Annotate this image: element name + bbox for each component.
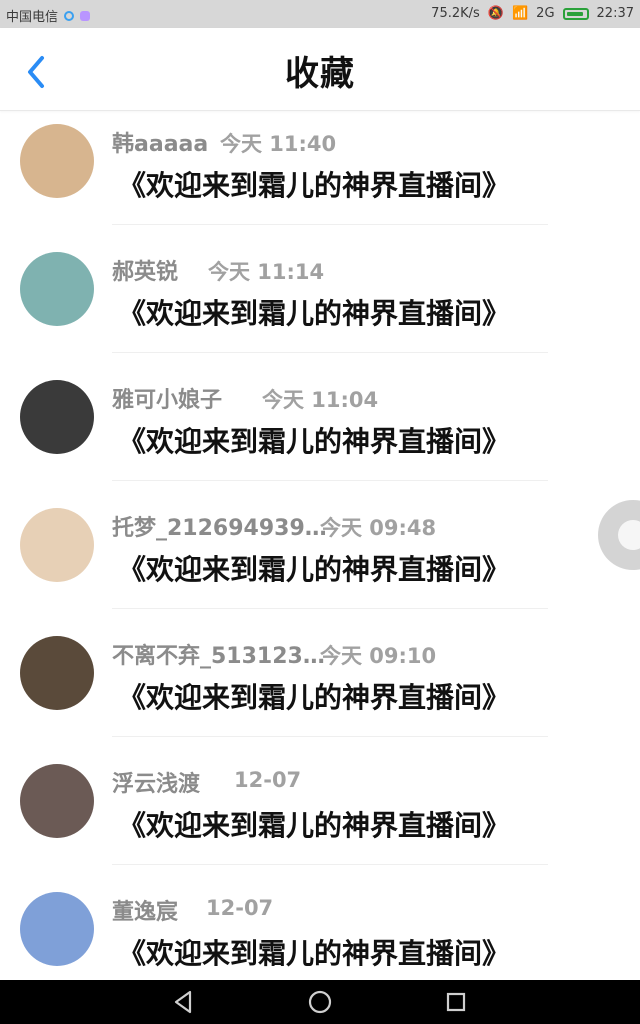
status-left: 中国电信 [6, 6, 91, 25]
avatar[interactable] [20, 764, 94, 838]
clock: 22:37 [596, 6, 634, 21]
square-recent-icon [446, 992, 466, 1012]
divider [112, 864, 548, 865]
favorite-item[interactable]: 浮云浅渡 12-07 《欢迎来到霜儿的神界直播间》 [0, 752, 640, 880]
message-time: 今天 09:10 [320, 644, 437, 668]
wifi-icon: 📶 [511, 6, 529, 21]
app-notification-icon [80, 10, 91, 21]
favorite-item[interactable]: 不离不弃_513123… 今天 09:10 《欢迎来到霜儿的神界直播间》 [0, 624, 640, 752]
message-time: 今天 11:04 [262, 388, 379, 412]
favorites-list: 韩aaaaa 今天 11:40 《欢迎来到霜儿的神界直播间》 郝英锐 今天 11… [0, 112, 640, 980]
system-nav-bar [0, 980, 640, 1024]
avatar[interactable] [20, 252, 94, 326]
divider [112, 480, 548, 481]
sender-name: 雅可小娘子 [112, 388, 223, 413]
favorite-item[interactable]: 郝英锐 今天 11:14 《欢迎来到霜儿的神界直播间》 [0, 240, 640, 368]
favorite-item[interactable]: 韩aaaaa 今天 11:40 《欢迎来到霜儿的神界直播间》 [0, 112, 640, 240]
favorite-item[interactable]: 托梦_212694939812… 今天 09:48 《欢迎来到霜儿的神界直播间》 [0, 496, 640, 624]
favorite-item[interactable]: 雅可小娘子 今天 11:04 《欢迎来到霜儿的神界直播间》 [0, 368, 640, 496]
favorite-message: 《欢迎来到霜儿的神界直播间》 [118, 169, 511, 202]
top-app-bar: 收藏 [0, 28, 640, 111]
favorite-message: 《欢迎来到霜儿的神界直播间》 [118, 297, 511, 330]
favorite-message: 《欢迎来到霜儿的神界直播间》 [118, 937, 511, 970]
mute-icon: 🔕 [487, 6, 504, 21]
avatar[interactable] [20, 636, 94, 710]
sender-name: 董逸宸 [112, 900, 179, 925]
avatar[interactable] [20, 508, 94, 582]
sender-name: 韩aaaaa [112, 132, 209, 157]
divider [112, 224, 548, 225]
sender-name: 不离不弃_513123… [112, 644, 325, 669]
battery-icon [562, 7, 589, 20]
triangle-back-icon [174, 990, 192, 1014]
network-speed: 75.2K/s [431, 6, 480, 21]
status-right: 75.2K/s 🔕 📶 2G 22:37 [431, 6, 634, 21]
message-time: 今天 11:14 [208, 260, 325, 284]
divider [112, 736, 548, 737]
page-title: 收藏 [285, 54, 355, 94]
divider [112, 352, 548, 353]
sender-name: 托梦_212694939812… [112, 516, 342, 541]
message-time: 今天 09:48 [320, 516, 437, 540]
favorite-message: 《欢迎来到霜儿的神界直播间》 [118, 681, 511, 714]
favorite-message: 《欢迎来到霜儿的神界直播间》 [118, 553, 511, 586]
nav-recent-button[interactable] [442, 988, 470, 1016]
favorite-message: 《欢迎来到霜儿的神界直播间》 [118, 809, 511, 842]
divider [112, 608, 548, 609]
network-type: 2G [536, 6, 555, 21]
sender-name: 浮云浅渡 [112, 772, 201, 797]
sender-name: 郝英锐 [112, 260, 179, 285]
nav-home-button[interactable] [306, 988, 334, 1016]
avatar[interactable] [20, 892, 94, 966]
notification-icon [64, 10, 75, 21]
favorite-message: 《欢迎来到霜儿的神界直播间》 [118, 425, 511, 458]
message-time: 今天 11:40 [220, 132, 337, 156]
message-time: 12-07 [206, 896, 274, 920]
nav-back-button[interactable] [170, 988, 198, 1016]
message-time: 12-07 [234, 768, 302, 792]
circle-home-icon [308, 990, 332, 1014]
status-bar: 中国电信 75.2K/s 🔕 📶 2G 22:37 [0, 0, 640, 28]
avatar[interactable] [20, 124, 94, 198]
favorite-item[interactable]: 董逸宸 12-07 《欢迎来到霜儿的神界直播间》 [0, 880, 640, 980]
carrier-label: 中国电信 [6, 10, 59, 25]
avatar[interactable] [20, 380, 94, 454]
